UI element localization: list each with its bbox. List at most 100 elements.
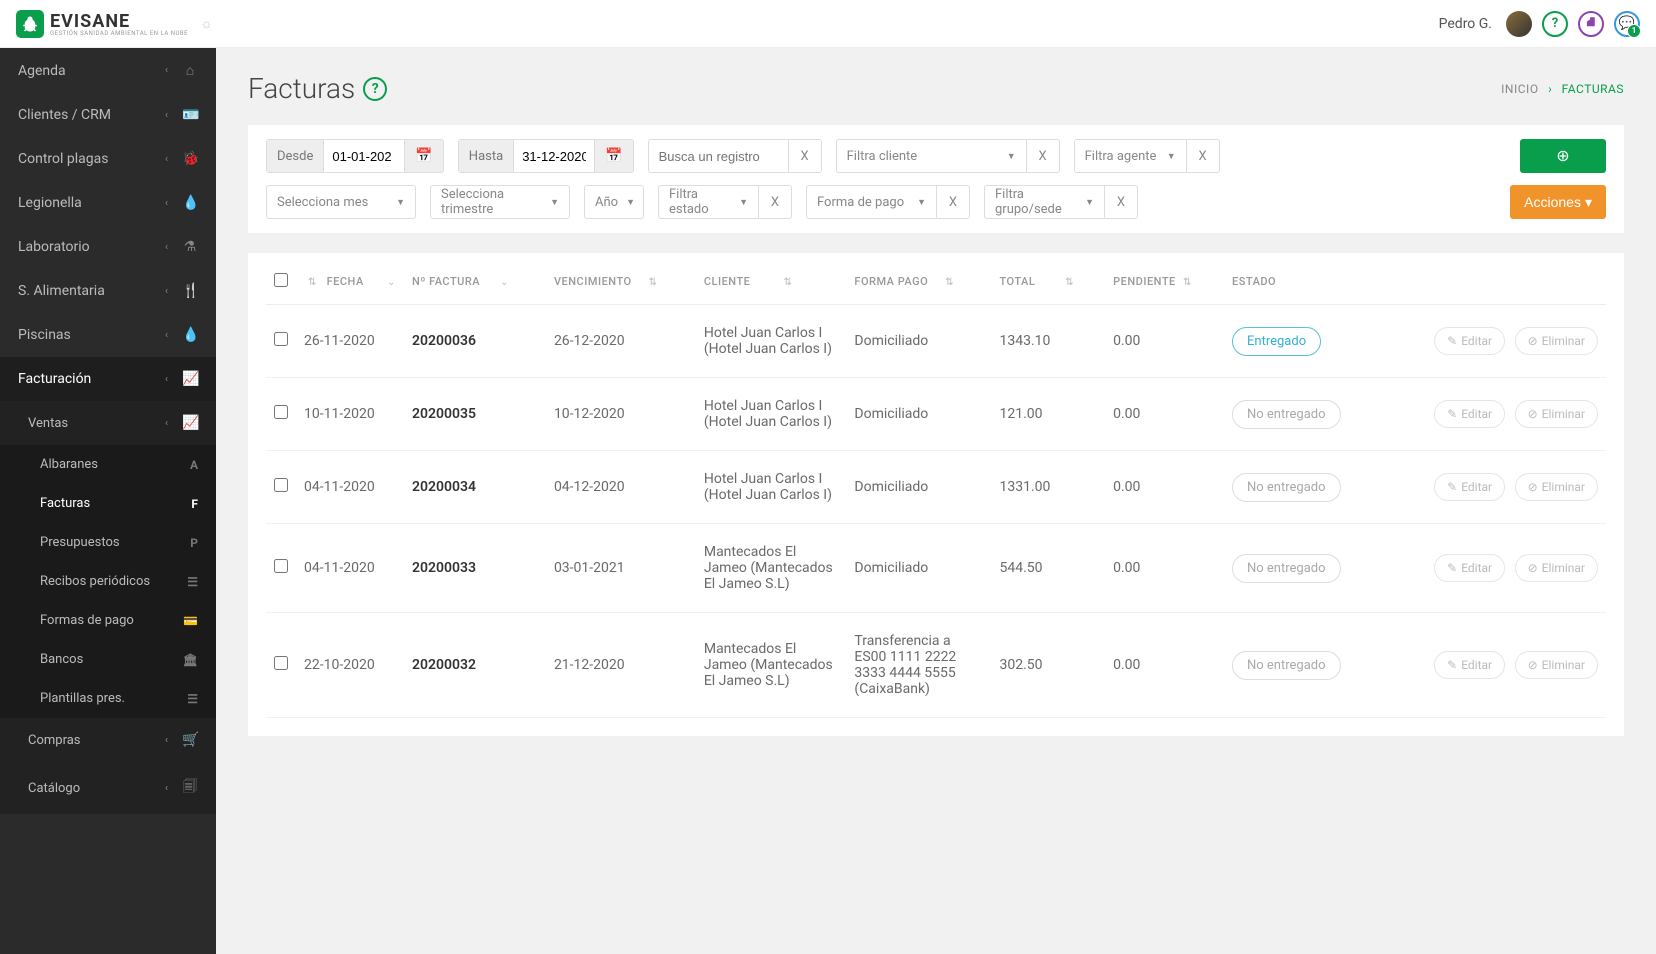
edit-button[interactable]: ✎ Editar bbox=[1434, 554, 1505, 582]
sidebar-item-facturacion[interactable]: Facturación ‹ 📈 bbox=[0, 357, 216, 401]
status-badge[interactable]: No entregado bbox=[1232, 554, 1341, 583]
ban-icon: ⊘ bbox=[1528, 407, 1538, 421]
chevron-left-icon: ‹ bbox=[165, 154, 168, 165]
sidebar-item-catalogo[interactable]: Catálogo ‹ 🗐 bbox=[0, 762, 216, 814]
brand-bug-icon bbox=[16, 10, 44, 38]
delete-button[interactable]: ⊘ Eliminar bbox=[1515, 473, 1598, 501]
clear-agent-button[interactable]: X bbox=[1186, 139, 1220, 173]
calendar-icon[interactable]: 📅 bbox=[404, 140, 442, 172]
breadcrumb-home[interactable]: INICIO bbox=[1501, 82, 1538, 96]
calendar-icon[interactable]: 📅 bbox=[594, 140, 632, 172]
row-checkbox[interactable] bbox=[274, 478, 288, 492]
clear-client-button[interactable]: X bbox=[1026, 139, 1060, 173]
col-estado: ESTADO bbox=[1224, 259, 1380, 305]
sidebar-item-clientes[interactable]: Clientes / CRM ‹ 🪪 bbox=[0, 93, 216, 137]
status-badge[interactable]: Entregado bbox=[1232, 327, 1321, 356]
cell-actions: ✎ Editar ⊘ Eliminar bbox=[1380, 305, 1606, 378]
search-input[interactable] bbox=[648, 139, 788, 173]
add-button[interactable]: ⊕ bbox=[1520, 139, 1606, 173]
clear-grupo-button[interactable]: X bbox=[1104, 185, 1138, 219]
sun-icon[interactable]: ☼ bbox=[200, 15, 213, 32]
row-checkbox[interactable] bbox=[274, 332, 288, 346]
filter-estado-select[interactable]: Filtra estado ▼ bbox=[658, 185, 758, 219]
cell-estado: No entregado bbox=[1224, 524, 1380, 613]
sidebar-item-legionella[interactable]: Legionella ‹ 💧 bbox=[0, 181, 216, 225]
edit-button[interactable]: ✎ Editar bbox=[1434, 473, 1505, 501]
sidebar-item-ventas[interactable]: Ventas ‹ 📈 bbox=[0, 401, 216, 445]
chevron-left-icon: ‹ bbox=[165, 374, 168, 385]
card-icon: 💳 bbox=[183, 614, 198, 628]
clear-pago-button[interactable]: X bbox=[936, 185, 970, 219]
filter-quarter-select[interactable]: Selecciona trimestre ▼ bbox=[430, 185, 570, 219]
delete-button[interactable]: ⊘ Eliminar bbox=[1515, 327, 1598, 355]
sidebar-item-control-plagas[interactable]: Control plagas ‹ 🐞 bbox=[0, 137, 216, 181]
sidebar-item-salimentaria[interactable]: S. Alimentaria ‹ 🍴 bbox=[0, 269, 216, 313]
col-vencimiento[interactable]: VENCIMIENTO ⇅ bbox=[546, 259, 696, 305]
top-header: EVISANE GESTIÓN SANIDAD AMBIENTAL EN LA … bbox=[0, 0, 1656, 48]
sidebar-item-presupuestos[interactable]: Presupuestos P bbox=[0, 523, 216, 562]
date-to-input[interactable] bbox=[514, 140, 594, 172]
sidebar-item-laboratorio[interactable]: Laboratorio ‹ ⚗ bbox=[0, 225, 216, 269]
date-from-input[interactable] bbox=[324, 140, 404, 172]
edit-button[interactable]: ✎ Editar bbox=[1434, 400, 1505, 428]
bank-icon: 🏛 bbox=[183, 653, 198, 667]
filter-grupo-select[interactable]: Filtra grupo/sede ▼ bbox=[984, 185, 1104, 219]
acciones-button[interactable]: Acciones ▾ bbox=[1510, 185, 1606, 219]
filter-month-select[interactable]: Selecciona mes ▼ bbox=[266, 185, 416, 219]
brand-logo[interactable]: EVISANE GESTIÓN SANIDAD AMBIENTAL EN LA … bbox=[16, 10, 188, 38]
sidebar-item-recibos[interactable]: Recibos periódicos ☰ bbox=[0, 562, 216, 601]
edit-button[interactable]: ✎ Editar bbox=[1434, 327, 1505, 355]
gift-icon[interactable]: ⛘ bbox=[1578, 11, 1604, 37]
sidebar-item-piscinas[interactable]: Piscinas ‹ 💧 bbox=[0, 313, 216, 357]
breadcrumb-current: FACTURAS bbox=[1562, 82, 1624, 96]
cell-vencimiento: 21-12-2020 bbox=[546, 613, 696, 718]
sidebar-item-agenda[interactable]: Agenda ‹ ⌂ bbox=[0, 48, 216, 93]
cart-icon: 🛒 bbox=[182, 732, 198, 748]
avatar[interactable] bbox=[1506, 11, 1532, 37]
delete-button[interactable]: ⊘ Eliminar bbox=[1515, 651, 1598, 679]
col-fecha[interactable]: ⇅ FECHA ⌄ bbox=[296, 259, 404, 305]
row-checkbox[interactable] bbox=[274, 559, 288, 573]
select-all-checkbox[interactable] bbox=[274, 273, 288, 287]
sidebar-item-plantillas[interactable]: Plantillas pres. ☰ bbox=[0, 679, 216, 718]
filter-client-select[interactable]: Filtra cliente ▼ bbox=[836, 139, 1026, 173]
col-total[interactable]: TOTAL ⇅ bbox=[991, 259, 1105, 305]
col-factura[interactable]: Nº FACTURA ⌄ bbox=[404, 259, 546, 305]
caret-down-icon: ▼ bbox=[550, 197, 559, 208]
filter-agent-select[interactable]: Filtra agente ▼ bbox=[1074, 139, 1186, 173]
edit-icon: ✎ bbox=[1447, 334, 1457, 348]
cell-factura: 20200032 bbox=[404, 613, 546, 718]
sidebar-item-albaranes[interactable]: Albaranes A bbox=[0, 445, 216, 484]
col-cliente[interactable]: CLIENTE ⇅ bbox=[696, 259, 847, 305]
clear-search-button[interactable]: X bbox=[788, 139, 822, 173]
cell-total: 1343.10 bbox=[991, 305, 1105, 378]
help-icon[interactable]: ? bbox=[1542, 11, 1568, 37]
cell-fecha: 04-11-2020 bbox=[296, 524, 404, 613]
filter-pago-select[interactable]: Forma de pago ▼ bbox=[806, 185, 936, 219]
row-checkbox[interactable] bbox=[274, 405, 288, 419]
edit-button[interactable]: ✎ Editar bbox=[1434, 651, 1505, 679]
chat-icon[interactable]: 💬 1 bbox=[1614, 11, 1640, 37]
status-badge[interactable]: No entregado bbox=[1232, 400, 1341, 429]
cell-pendiente: 0.00 bbox=[1105, 524, 1224, 613]
cell-factura: 20200035 bbox=[404, 378, 546, 451]
cell-pendiente: 0.00 bbox=[1105, 378, 1224, 451]
sidebar-item-facturas[interactable]: Facturas F bbox=[0, 484, 216, 523]
row-checkbox[interactable] bbox=[274, 656, 288, 670]
page-title: Facturas ? bbox=[248, 72, 387, 105]
cell-cliente: Hotel Juan Carlos I (Hotel Juan Carlos I… bbox=[696, 451, 847, 524]
status-badge[interactable]: No entregado bbox=[1232, 473, 1341, 502]
filter-year-select[interactable]: Año ▼ bbox=[584, 185, 644, 219]
delete-button[interactable]: ⊘ Eliminar bbox=[1515, 554, 1598, 582]
sidebar-item-formas-pago[interactable]: Formas de pago 💳 bbox=[0, 601, 216, 640]
status-badge[interactable]: No entregado bbox=[1232, 651, 1341, 680]
col-pendiente[interactable]: PENDIENTE ⇅ bbox=[1105, 259, 1224, 305]
delete-button[interactable]: ⊘ Eliminar bbox=[1515, 400, 1598, 428]
col-forma-pago[interactable]: FORMA PAGO ⇅ bbox=[846, 259, 991, 305]
sidebar-item-compras[interactable]: Compras ‹ 🛒 bbox=[0, 718, 216, 762]
id-card-icon: 🪪 bbox=[182, 107, 198, 123]
sidebar-item-bancos[interactable]: Bancos 🏛 bbox=[0, 640, 216, 679]
help-icon[interactable]: ? bbox=[363, 77, 387, 101]
chevron-left-icon: ‹ bbox=[165, 783, 168, 794]
clear-estado-button[interactable]: X bbox=[758, 185, 792, 219]
